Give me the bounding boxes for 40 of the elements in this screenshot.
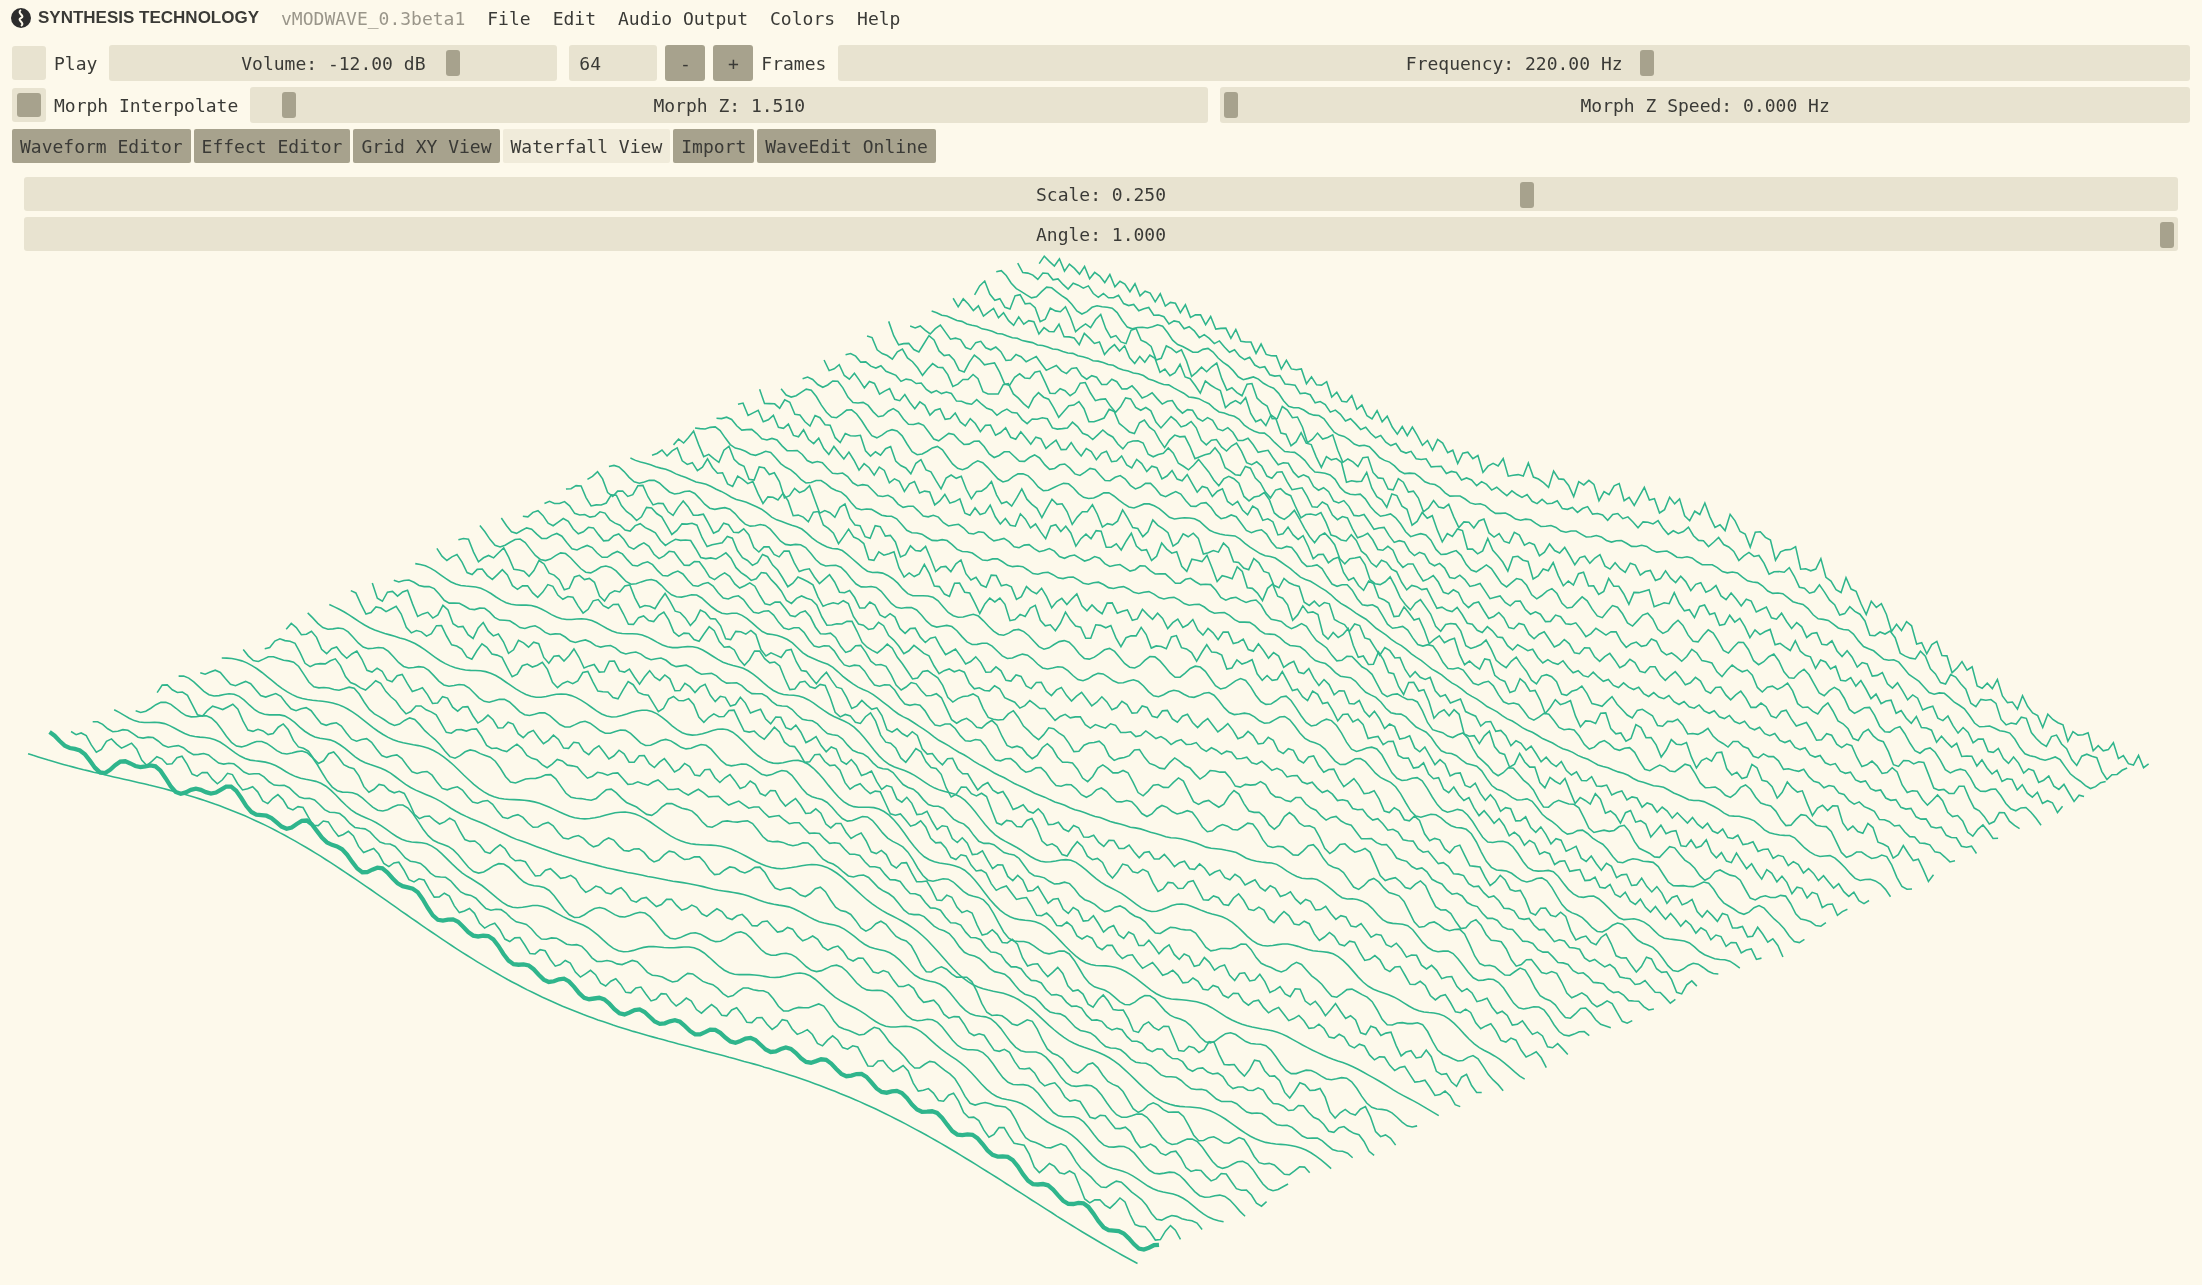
slider-label: Frequency: 220.00 Hz — [1405, 51, 1623, 76]
checkbox-label: Morph Interpolate — [54, 93, 239, 118]
checkbox[interactable] — [12, 46, 46, 80]
brand-name: SYNTHESIS TECHNOLOGY — [38, 7, 260, 30]
checkbox[interactable] — [12, 88, 46, 122]
slider-thumb[interactable] — [282, 92, 297, 118]
slider-label: Scale: 0.250 — [1035, 182, 1166, 207]
menu-item[interactable]: Audio Output — [618, 4, 749, 32]
menu-item[interactable]: File — [487, 4, 531, 32]
decrement-button[interactable]: - — [665, 45, 706, 81]
slider-label: Morph Z Speed: 0.000 Hz — [1580, 93, 1830, 118]
slider-label: Morph Z: 1.510 — [653, 93, 806, 118]
slider-thumb[interactable] — [1224, 92, 1239, 118]
frames-label: Frames — [761, 51, 827, 76]
logo-icon — [10, 7, 32, 29]
tab[interactable]: Waterfall View — [502, 129, 671, 163]
slider-track[interactable]: Angle: 1.000 — [24, 217, 2178, 251]
slider-track[interactable]: Morph Z Speed: 0.000 Hz — [1220, 87, 2190, 123]
slider-thumb[interactable] — [2160, 222, 2174, 248]
menu-item[interactable]: Colors — [770, 4, 836, 32]
menu-item[interactable]: Edit — [552, 4, 596, 32]
tab[interactable]: Grid XY View — [353, 129, 500, 163]
slider-thumb[interactable] — [1520, 182, 1535, 208]
tab[interactable]: WaveEdit Online — [757, 129, 936, 163]
tab[interactable]: Import — [673, 129, 755, 163]
slider-track[interactable]: Volume: -12.00 dB — [109, 45, 558, 81]
slider-thumb[interactable] — [1640, 50, 1655, 76]
increment-button[interactable]: + — [713, 45, 754, 81]
slider-track[interactable]: Morph Z: 1.510 — [250, 87, 1209, 123]
tab[interactable]: Waveform Editor — [12, 129, 191, 163]
slider-thumb[interactable] — [445, 50, 460, 76]
slider-track[interactable]: Scale: 0.250 — [24, 177, 2178, 211]
tab[interactable]: Effect Editor — [193, 129, 351, 163]
slider-label: Volume: -12.00 dB — [241, 51, 426, 76]
slider-track[interactable]: Frequency: 220.00 Hz — [838, 45, 2190, 81]
version-label: vMODWAVE_0.3beta1 — [281, 6, 466, 31]
slider-label: Angle: 1.000 — [1035, 222, 1166, 247]
checkbox-label: Play — [54, 51, 98, 76]
frames-field[interactable]: 64 — [569, 45, 658, 81]
menu-item[interactable]: Help — [857, 4, 901, 32]
